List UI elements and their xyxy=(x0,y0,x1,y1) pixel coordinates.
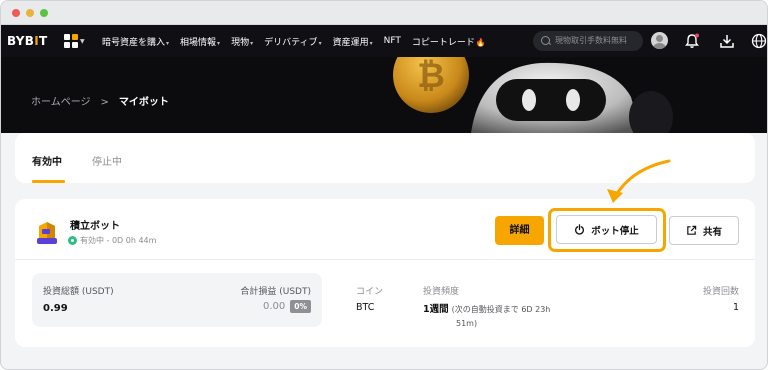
globe-icon[interactable] xyxy=(750,32,768,50)
menu-item-buy-crypto[interactable]: 暗号資産を購入▾ xyxy=(102,35,169,48)
hero-banner: ₿ ホームページ > マイボット xyxy=(1,57,767,133)
external-link-icon xyxy=(687,225,697,235)
bybit-logo[interactable]: BYBIT xyxy=(7,34,48,48)
detail-button[interactable]: 詳細 xyxy=(495,216,544,245)
investment-count-label: 投資回数 xyxy=(702,287,739,297)
dca-bot-icon xyxy=(37,222,57,244)
download-icon[interactable] xyxy=(718,32,736,50)
breadcrumb-home-link[interactable]: ホームページ xyxy=(31,97,91,108)
bot-status-text: 有効中 - 0D 0h 44m xyxy=(80,236,157,245)
frequency-value: 1週間 (次の自動投資まで 6D 23h xyxy=(423,304,551,315)
pnl-percent-badge: 0% xyxy=(290,300,311,313)
stop-bot-button[interactable]: ボット停止 xyxy=(556,215,657,244)
menu-item-earn[interactable]: 資産運用▾ xyxy=(333,35,373,48)
coin-value: BTC xyxy=(356,302,375,313)
power-icon xyxy=(575,224,585,235)
share-button[interactable]: 共有 xyxy=(669,216,739,245)
breadcrumb-current: マイボット xyxy=(118,97,169,108)
apps-grid-icon[interactable] xyxy=(64,34,78,48)
minimize-window-button[interactable] xyxy=(26,9,34,17)
top-navbar: BYBIT ▼ 暗号資産を購入▾ 相場情報▾ 現物▾ デリバティブ▾ 資産運用▾… xyxy=(1,25,768,57)
total-investment-label: 投資総額 (USDT) xyxy=(43,287,114,297)
breadcrumb: ホームページ > マイボット xyxy=(31,93,169,108)
investment-count-value: 1 xyxy=(732,302,739,313)
maximize-window-button[interactable] xyxy=(40,9,48,17)
bot-card: 積立ボット 有効中 - 0D 0h 44m 詳細 ボット停止 共有 投資総額 (… xyxy=(15,199,755,347)
menu-item-derivatives[interactable]: デリバティブ▾ xyxy=(264,35,321,48)
bot-name: 積立ボット xyxy=(70,221,120,232)
bot-status: 有効中 - 0D 0h 44m xyxy=(68,235,156,246)
window-titlebar xyxy=(1,1,767,25)
tab-active[interactable]: 有効中 xyxy=(32,153,62,168)
search-icon xyxy=(541,36,550,45)
investment-summary: 投資総額 (USDT) 0.99 合計損益 (USDT) 0.00 0% xyxy=(32,273,322,327)
main-menu: 暗号資産を購入▾ 相場情報▾ 現物▾ デリバティブ▾ 資産運用▾ NFT コピー… xyxy=(102,25,497,57)
menu-item-spot[interactable]: 現物▾ xyxy=(231,35,253,48)
close-window-button[interactable] xyxy=(12,9,20,17)
fire-icon: 🔥 xyxy=(475,37,486,47)
avatar[interactable] xyxy=(651,32,668,49)
chevron-down-icon: ▼ xyxy=(80,38,85,45)
total-pnl-value: 0.00 xyxy=(263,301,286,312)
total-investment-value: 0.99 xyxy=(43,303,68,314)
active-tab-indicator xyxy=(32,180,65,183)
frequency-note-cont: 51m) xyxy=(456,319,478,328)
divider xyxy=(15,259,755,260)
svg-text:₿: ₿ xyxy=(417,57,445,96)
status-active-icon xyxy=(68,236,77,245)
frequency-label: 投資頻度 xyxy=(423,287,460,297)
menu-item-copy-trading[interactable]: コピートレード🔥 xyxy=(412,35,486,48)
bell-icon[interactable] xyxy=(683,32,701,50)
search-input[interactable]: 現物取引手数料無料 xyxy=(533,31,643,51)
total-pnl-label: 合計損益 (USDT) xyxy=(240,287,311,297)
menu-item-nft[interactable]: NFT xyxy=(384,36,401,46)
total-pnl: 0.00 0% xyxy=(263,300,311,313)
breadcrumb-separator: > xyxy=(100,97,109,108)
menu-item-markets[interactable]: 相場情報▾ xyxy=(180,35,220,48)
tab-stopped[interactable]: 停止中 xyxy=(92,153,122,168)
coin-label: コイン xyxy=(356,287,384,297)
tabs-card: 有効中 停止中 xyxy=(15,133,755,183)
browser-window: BYBIT ▼ 暗号資産を購入▾ 相場情報▾ 現物▾ デリバティブ▾ 資産運用▾… xyxy=(0,0,768,370)
